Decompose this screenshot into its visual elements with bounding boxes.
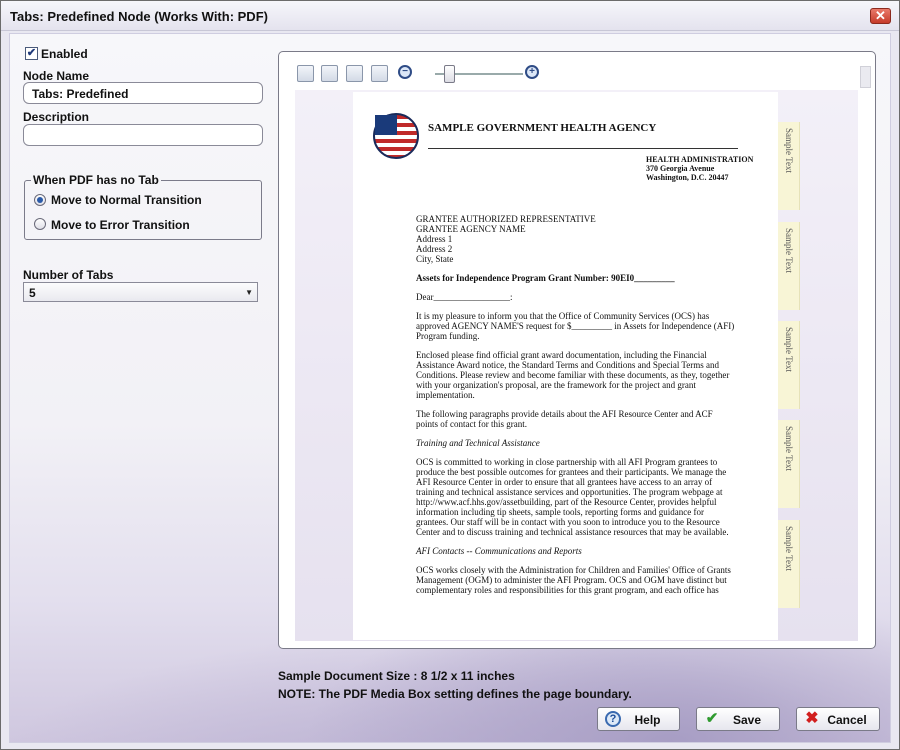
chevron-down-icon: ▼: [245, 288, 253, 297]
radio-normal-transition[interactable]: [34, 194, 46, 206]
tab-3-label: Sample Text: [784, 327, 794, 372]
doc-heading-2: AFI Contacts -- Communications and Repor…: [416, 546, 582, 556]
doc-addr5: City, State: [416, 254, 454, 264]
tab-3: Sample Text: [778, 321, 800, 409]
node-name-field[interactable]: Tabs: Predefined: [23, 82, 263, 104]
close-button[interactable]: ✕: [870, 8, 891, 24]
tab-5: Sample Text: [778, 520, 800, 608]
doc-paragraph-1: It is my pleasure to inform you that the…: [416, 311, 735, 341]
doc-addr3: Address 1: [416, 234, 453, 244]
title-bar: Tabs: Predefined Node (Works With: PDF) …: [1, 1, 899, 31]
tab-4-label: Sample Text: [784, 426, 794, 471]
doc-header-rule: [428, 148, 738, 149]
tab-2: Sample Text: [778, 222, 800, 310]
help-icon: ?: [605, 711, 621, 727]
radio-error-transition[interactable]: [34, 218, 46, 230]
pdf-preview-panel: − + SAMPLE GOVERNMENT HEALTH AGENCY HEAL…: [278, 51, 876, 649]
help-button-label: Help: [634, 713, 661, 727]
media-box-note: NOTE: The PDF Media Box setting defines …: [278, 687, 632, 701]
document-tabs: Sample Text Sample Text Sample Text Samp…: [778, 122, 800, 608]
save-button[interactable]: ✔ Save: [696, 707, 780, 731]
save-button-label: Save: [732, 713, 762, 727]
doc-heading-1: Training and Technical Assistance: [416, 438, 540, 448]
agency-seal-logo: [373, 113, 419, 159]
cancel-x-icon: ✖: [805, 710, 819, 727]
zoom-out-icon[interactable]: −: [398, 65, 412, 79]
doc-subject: Assets for Independence Program Grant Nu…: [416, 273, 675, 283]
dialog-content: ✔ Enabled Node Name Tabs: Predefined Des…: [9, 33, 891, 743]
enabled-checkbox[interactable]: ✔: [25, 47, 38, 60]
description-field[interactable]: [23, 124, 263, 146]
single-page-icon[interactable]: [371, 65, 388, 82]
doc-dept-line3: Washington, D.C. 20447: [646, 173, 729, 182]
doc-addr2: GRANTEE AGENCY NAME: [416, 224, 526, 234]
document-page: SAMPLE GOVERNMENT HEALTH AGENCY HEALTH A…: [353, 92, 778, 640]
doc-dept-line1: HEALTH ADMINISTRATION: [646, 155, 754, 164]
doc-dept-block: HEALTH ADMINISTRATION 370 Georgia Avenue…: [646, 155, 753, 182]
no-tab-groupbox: When PDF has no Tab Move to Normal Trans…: [24, 173, 262, 240]
document-size-note: Sample Document Size : 8 1/2 x 11 inches: [278, 669, 515, 683]
doc-agency-name: SAMPLE GOVERNMENT HEALTH AGENCY: [428, 122, 657, 134]
radio-normal-label: Move to Normal Transition: [51, 193, 202, 207]
radio-error-label: Move to Error Transition: [51, 218, 190, 232]
number-of-tabs-select[interactable]: 5 ▼: [23, 282, 258, 302]
no-tab-group-label: When PDF has no Tab: [31, 173, 161, 187]
preview-scrollbar[interactable]: [860, 66, 871, 88]
doc-paragraph-5: OCS works closely with the Administratio…: [416, 565, 731, 595]
zoom-in-icon[interactable]: +: [525, 65, 539, 79]
tab-4: Sample Text: [778, 420, 800, 508]
doc-paragraph-4: OCS is committed to working in close par…: [416, 457, 729, 537]
help-button[interactable]: ? Help: [597, 707, 680, 731]
description-label: Description: [23, 110, 90, 124]
checkmark-icon: ✔: [705, 710, 719, 727]
preview-canvas: SAMPLE GOVERNMENT HEALTH AGENCY HEALTH A…: [295, 90, 858, 641]
image-icon[interactable]: [297, 65, 314, 82]
tab-5-label: Sample Text: [784, 526, 794, 571]
enabled-label: Enabled: [41, 47, 88, 61]
doc-addr4: Address 2: [416, 244, 453, 254]
doc-salutation: Dear_________________:: [416, 292, 513, 302]
window-title: Tabs: Predefined Node (Works With: PDF): [10, 9, 268, 24]
tab-1: Sample Text: [778, 122, 800, 210]
tab-2-label: Sample Text: [784, 228, 794, 273]
doc-paragraph-2: Enclosed please find official grant awar…: [416, 350, 730, 400]
zoom-slider-thumb[interactable]: [444, 65, 455, 83]
node-dialog: Tabs: Predefined Node (Works With: PDF) …: [0, 0, 900, 750]
number-of-tabs-label: Number of Tabs: [23, 268, 114, 282]
doc-addr1: GRANTEE AUTHORIZED REPRESENTATIVE: [416, 214, 596, 224]
doc-dept-line2: 370 Georgia Avenue: [646, 164, 715, 173]
preview-toolbar: − +: [292, 62, 860, 84]
tab-1-label: Sample Text: [784, 128, 794, 173]
fit-page-icon[interactable]: [321, 65, 338, 82]
cancel-button[interactable]: ✖ Cancel: [796, 707, 880, 731]
doc-paragraph-3: The following paragraphs provide details…: [416, 409, 713, 429]
close-icon: ✕: [875, 8, 886, 23]
fit-width-icon[interactable]: [346, 65, 363, 82]
doc-address-block: GRANTEE AUTHORIZED REPRESENTATIVE GRANTE…: [416, 214, 736, 264]
node-name-label: Node Name: [23, 69, 90, 83]
number-of-tabs-value: 5: [29, 286, 36, 300]
